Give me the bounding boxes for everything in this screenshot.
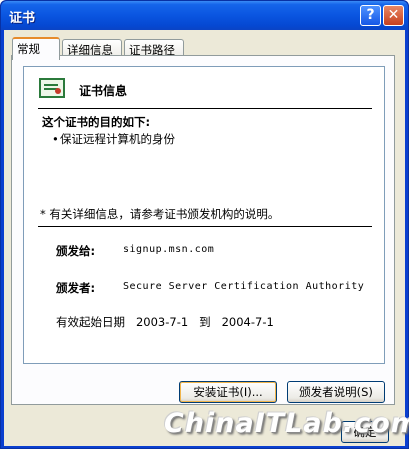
bullet-icon: • (52, 132, 59, 146)
purpose-text: 保证远程计算机的身份 (60, 132, 175, 146)
install-certificate-button[interactable]: 安装证书(I)... (179, 381, 277, 403)
issued-by-value: Secure Server Certification Authority (123, 281, 365, 292)
certificate-dialog: 证书 ? ✕ 常规 详细信息 证书路径 证书信息 这个证书的目的如下: •保证远… (0, 0, 409, 449)
divider (38, 226, 372, 227)
divider (38, 108, 372, 109)
help-button[interactable]: ? (360, 5, 381, 26)
validity-period: 有效起始日期 2003-7-1 到 2004-7-1 (56, 315, 274, 329)
ok-button[interactable]: 确定 (341, 421, 389, 443)
issued-to-value: signup.msn.com (123, 244, 215, 255)
issuer-statement-button[interactable]: 颁发者说明(S) (287, 381, 385, 403)
purpose-list-item: •保证远程计算机的身份 (52, 131, 175, 147)
issued-by-label: 颁发者: (56, 281, 96, 295)
tab-general[interactable]: 常规 (12, 37, 60, 60)
certificate-icon (39, 78, 65, 98)
details-note: * 有关详细信息，请参考证书颁发机构的说明。 (40, 207, 280, 221)
certificate-info-box: 证书信息 这个证书的目的如下: •保证远程计算机的身份 * 有关详细信息，请参考… (23, 66, 385, 364)
issued-to-label: 颁发给: (56, 244, 96, 258)
title-bar[interactable]: 证书 ? ✕ (1, 1, 408, 30)
dialog-client-area: 常规 详细信息 证书路径 证书信息 这个证书的目的如下: •保证远程计算机的身份… (4, 30, 409, 446)
general-tab-panel: 证书信息 这个证书的目的如下: •保证远程计算机的身份 * 有关详细信息，请参考… (11, 55, 395, 405)
certificate-info-heading: 证书信息 (79, 84, 128, 98)
purpose-heading: 这个证书的目的如下: (42, 115, 151, 129)
close-button[interactable]: ✕ (383, 5, 404, 26)
window-title: 证书 (9, 11, 36, 26)
